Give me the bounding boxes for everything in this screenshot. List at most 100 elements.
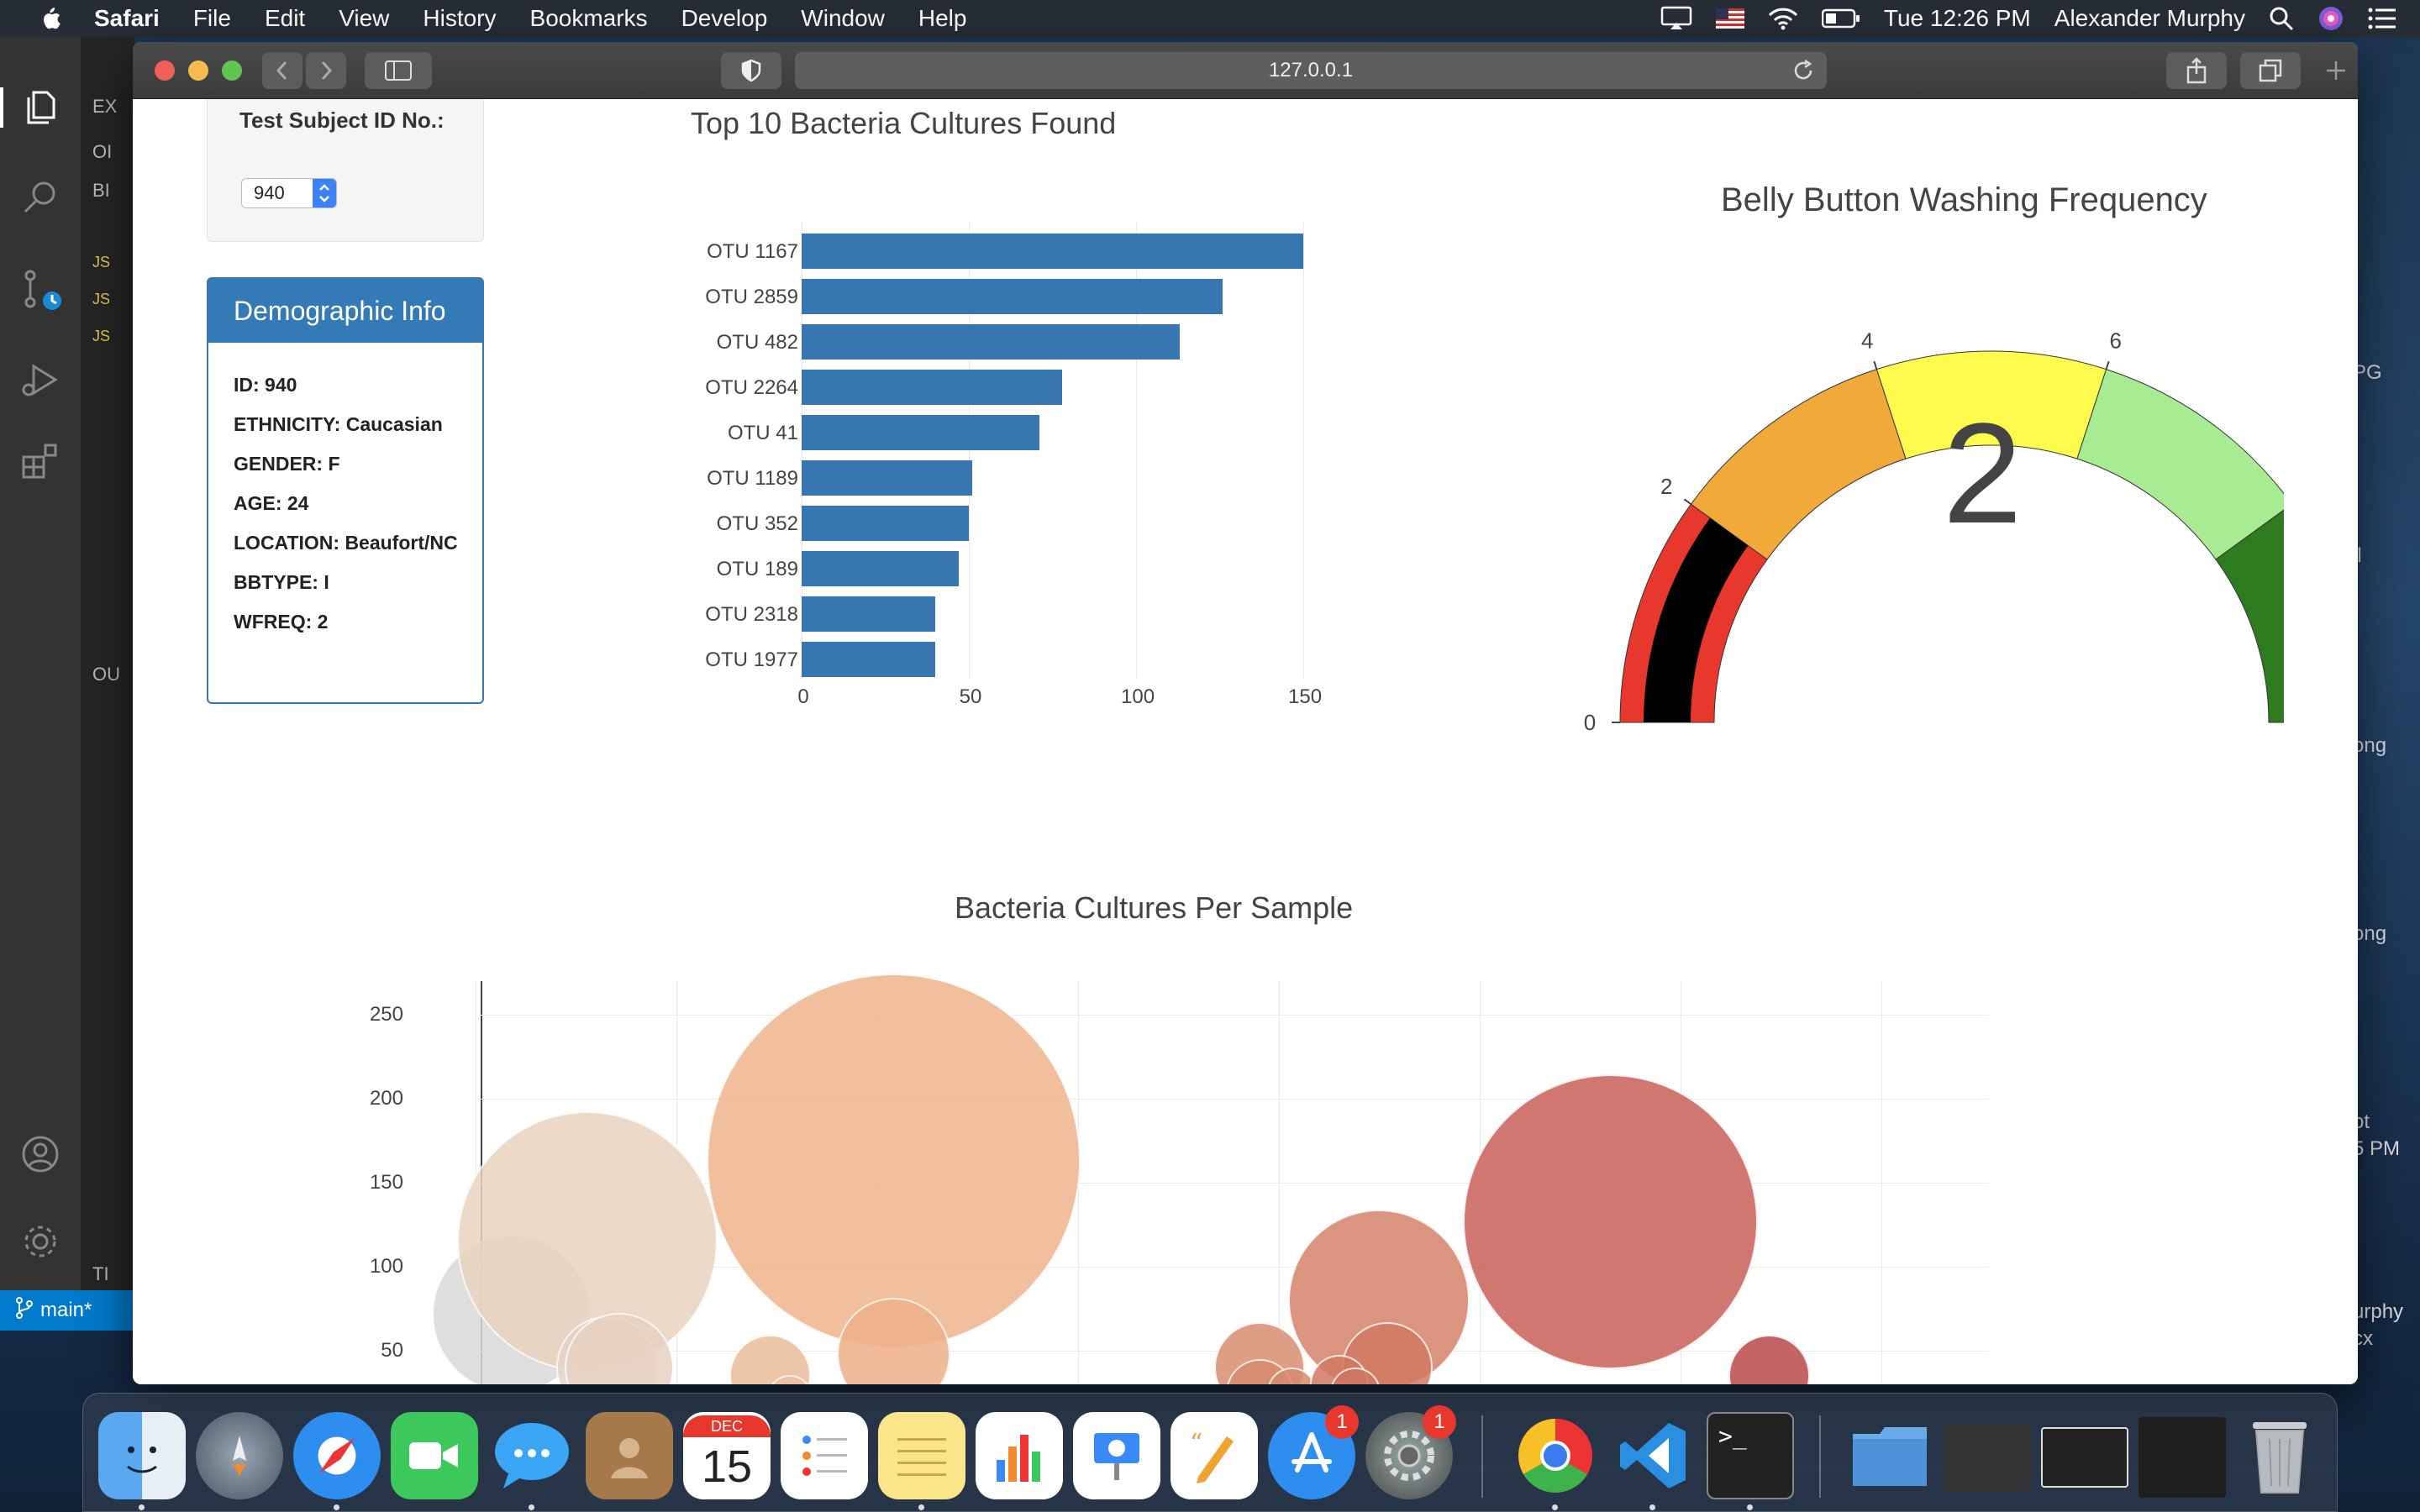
bar-otu-1167[interactable] (802, 234, 1303, 269)
bar-x-tick-label: 100 (1121, 685, 1155, 708)
notes-icon[interactable] (878, 1412, 965, 1499)
user-name[interactable]: Alexander Murphy (2054, 5, 2245, 32)
bubble-point[interactable] (1462, 1074, 1758, 1369)
bar-otu-352[interactable] (802, 506, 969, 541)
bar-otu-189[interactable] (802, 551, 960, 586)
pages-icon[interactable]: “ (1171, 1412, 1258, 1499)
terminal-icon[interactable]: >_ (1707, 1412, 1794, 1499)
terminal-window-thumbnail-icon[interactable] (2041, 1427, 2128, 1488)
bar-y-tick-label: OTU 2264 (705, 376, 798, 399)
zoom-window-button[interactable] (222, 60, 242, 81)
gauge-tick (2105, 360, 2110, 370)
menu-help[interactable]: Help (918, 5, 967, 32)
bar-otu-482[interactable] (802, 324, 1180, 360)
menu-window[interactable]: Window (801, 5, 885, 32)
notification-center-icon[interactable] (2368, 8, 2396, 29)
bar-otu-2318[interactable] (802, 596, 936, 632)
vscode-icon[interactable] (1609, 1412, 1697, 1499)
extensions-icon[interactable] (20, 440, 60, 480)
menu-history[interactable]: History (423, 5, 496, 32)
gauge-tick-label: 0 (1584, 710, 1596, 735)
reload-icon[interactable] (1793, 59, 1815, 88)
file-item[interactable]: JS (92, 291, 110, 308)
close-window-button[interactable] (155, 60, 175, 81)
explorer-section[interactable]: TI (92, 1263, 109, 1285)
new-tab-button[interactable] (2317, 52, 2354, 89)
washing-frequency-gauge: Belly Button Washing Frequency 0246810 2 (1444, 158, 2284, 746)
privacy-shield-icon[interactable] (721, 52, 781, 89)
file-item[interactable]: JS (92, 328, 110, 345)
bar-otu-1189[interactable] (802, 460, 972, 496)
safari-icon[interactable] (293, 1412, 381, 1499)
menu-develop[interactable]: Develop (681, 5, 768, 32)
forward-button[interactable] (306, 52, 346, 89)
contacts-icon[interactable] (586, 1412, 673, 1499)
bar-otu-41[interactable] (802, 415, 1039, 450)
top10-bar-chart: Top 10 Bacteria Cultures Found 0 50 100 150… (133, 99, 1393, 771)
bar-y-tick-label: OTU 482 (716, 331, 798, 354)
explorer-section[interactable]: OU (92, 664, 120, 685)
menu-bookmarks[interactable]: Bookmarks (530, 5, 648, 32)
wifi-icon[interactable] (1768, 7, 1798, 30)
account-icon[interactable] (20, 1134, 60, 1174)
file-item[interactable]: JS (92, 254, 110, 271)
keynote-icon[interactable] (1073, 1412, 1160, 1499)
bubble-point[interactable] (706, 974, 1081, 1348)
git-branch-icon[interactable] (15, 1296, 34, 1325)
running-indicator (334, 1504, 339, 1510)
search-icon[interactable] (20, 178, 60, 218)
minimize-window-button[interactable] (188, 60, 208, 81)
bar-otu-2859[interactable] (802, 279, 1223, 314)
reminders-icon[interactable] (781, 1412, 868, 1499)
address-bar[interactable]: 127.0.0.1 (795, 52, 1827, 89)
running-indicator (1747, 1504, 1753, 1510)
running-indicator (139, 1504, 145, 1510)
messages-icon[interactable] (488, 1412, 576, 1499)
git-branch-label[interactable]: main* (40, 1299, 92, 1322)
bar-otu-1977[interactable] (802, 642, 936, 677)
menu-edit[interactable]: Edit (265, 5, 305, 32)
bubble-point[interactable] (1728, 1335, 1811, 1384)
folder-icon[interactable] (1846, 1412, 1933, 1499)
facetime-icon[interactable] (391, 1412, 478, 1499)
menu-bar: Safari File Edit View History Bookmarks … (0, 0, 2420, 37)
calendar-day: 15 (701, 1441, 753, 1492)
finder-icon[interactable] (98, 1412, 186, 1499)
battery-icon[interactable] (1821, 8, 1860, 29)
background-text: 5 PM (2353, 1137, 2401, 1160)
trash-icon[interactable] (2236, 1412, 2323, 1499)
spotlight-search-icon[interactable] (2269, 6, 2294, 31)
menu-file[interactable]: File (193, 5, 231, 32)
share-button[interactable] (2166, 52, 2227, 89)
source-control-icon[interactable] (20, 269, 61, 310)
sidebar-toggle-button[interactable] (365, 52, 432, 89)
tab-overview-button[interactable] (2240, 52, 2301, 89)
clock[interactable]: Tue 12:26 PM (1884, 5, 2031, 32)
airplay-icon[interactable] (1660, 6, 1692, 31)
menu-app-name[interactable]: Safari (94, 5, 160, 32)
recent-window-thumbnail-icon[interactable] (1944, 1424, 2031, 1491)
editor-window-thumbnail-icon[interactable] (2139, 1417, 2226, 1498)
bar-gridline (1303, 222, 1304, 679)
running-indicator (918, 1504, 924, 1510)
bar-x-tick-label: 150 (1288, 685, 1323, 708)
explorer-icon[interactable] (0, 87, 81, 128)
apple-menu-icon[interactable] (32, 0, 69, 37)
back-button[interactable] (262, 52, 302, 89)
chrome-icon[interactable] (1512, 1412, 1599, 1499)
explorer-sidebar: EX OI BI JS JS JS OU TI (81, 37, 134, 1331)
launchpad-icon[interactable] (196, 1412, 283, 1499)
calendar-icon[interactable]: DEC 15 (683, 1412, 771, 1499)
svg-text:“: “ (1190, 1429, 1202, 1458)
run-debug-icon[interactable] (20, 360, 60, 400)
input-source-flag-icon[interactable] (1715, 8, 1744, 29)
explorer-section[interactable]: OI (92, 141, 112, 163)
bar-otu-2264[interactable] (802, 370, 1063, 405)
safari-window: 127.0.0.1 Test Subject ID No.: 940 Demog… (133, 42, 2358, 1384)
settings-gear-icon[interactable] (20, 1221, 60, 1262)
menu-view[interactable]: View (339, 5, 389, 32)
numbers-icon[interactable] (976, 1412, 1063, 1499)
vscode-status-bar: main* (0, 1290, 134, 1331)
explorer-section[interactable]: BI (92, 180, 110, 202)
siri-icon[interactable] (2317, 5, 2344, 32)
